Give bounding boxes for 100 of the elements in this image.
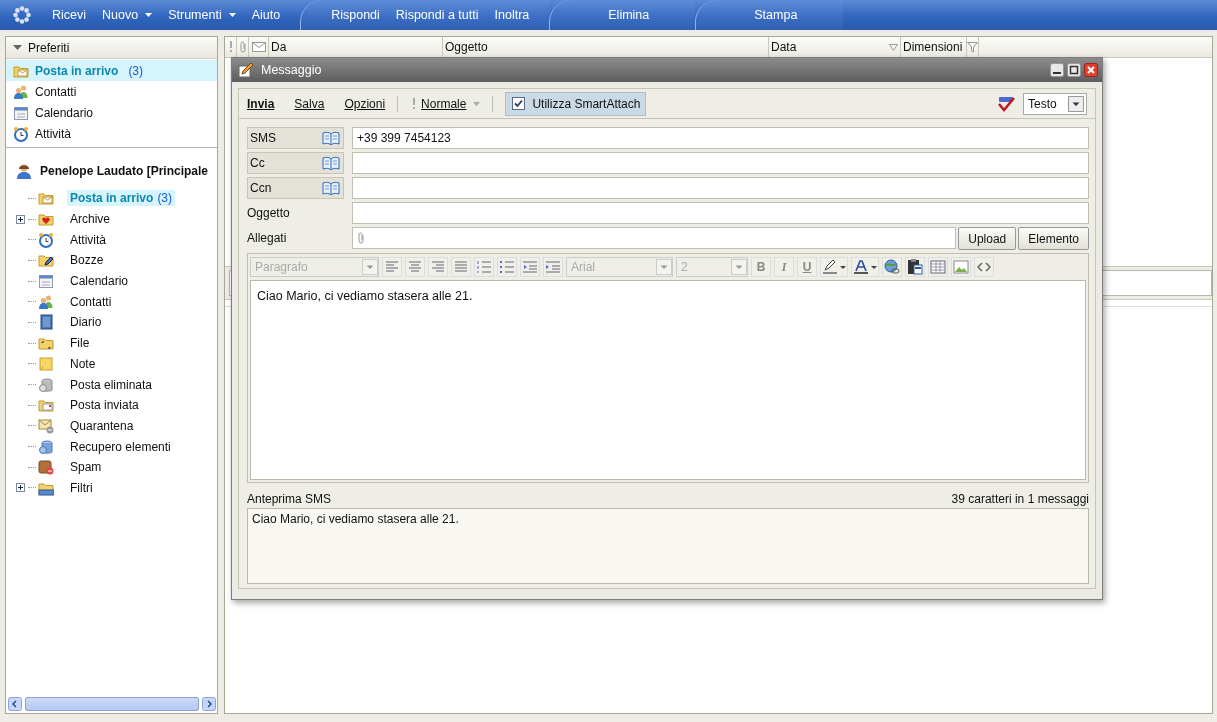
recycle-icon: [38, 438, 54, 455]
folder-item[interactable]: Note: [67, 355, 99, 372]
address-book-button[interactable]: Cc: [247, 152, 344, 174]
highlighter-icon[interactable]: [820, 257, 848, 277]
calendar-icon: [38, 273, 54, 290]
paperclip-icon: [238, 41, 247, 53]
globe-link-icon[interactable]: [882, 257, 902, 277]
toolbar-button[interactable]: Rispondi a tutti: [387, 0, 487, 30]
scroll-thumb[interactable]: [25, 696, 199, 711]
text-field[interactable]: +39 399 7454123: [352, 127, 1089, 149]
toolbar-button[interactable]: Strumenti: [160, 0, 244, 30]
minimize-icon[interactable]: [1050, 63, 1064, 77]
account-name[interactable]: Penelope Laudato [Principale: [40, 163, 209, 178]
close-icon[interactable]: [1084, 63, 1098, 77]
caret-icon: [228, 13, 236, 17]
favorite-item[interactable]: Contatti: [6, 81, 217, 102]
alarm-clock-icon: [13, 125, 29, 142]
folder-icon: [38, 335, 54, 352]
favorite-item[interactable]: Attività: [6, 123, 217, 144]
favorite-item[interactable]: Posta in arrivo (3): [6, 60, 217, 81]
people-icon: [13, 83, 29, 100]
alarm-clock-icon: [38, 231, 54, 248]
note-icon: [38, 355, 54, 372]
priority-dropdown[interactable]: Normale: [412, 96, 481, 111]
folder-item[interactable]: Spam: [67, 459, 105, 476]
toolbar-link[interactable]: Opzioni: [344, 96, 386, 111]
spellcheck-icon[interactable]: [997, 95, 1015, 112]
format-dropdown[interactable]: Testo: [1023, 92, 1087, 115]
section-title: Preferiti: [28, 40, 70, 55]
checkbox[interactable]: [512, 97, 526, 110]
folder-item[interactable]: Quarantena: [67, 417, 137, 434]
paperclip-icon: [357, 232, 365, 244]
address-book-button[interactable]: Ccn: [247, 177, 344, 199]
item-button[interactable]: Elemento: [1018, 227, 1089, 250]
attachment-field[interactable]: [352, 227, 957, 249]
folder-item[interactable]: Calendario: [67, 273, 132, 290]
folder-item[interactable]: Contatti: [67, 293, 115, 310]
folder-item[interactable]: File: [67, 335, 93, 352]
open-book-icon: [322, 131, 340, 145]
character-counter: 39 caratteri in 1 messaggi: [951, 492, 1089, 506]
toolbar-button[interactable]: Stampa: [746, 0, 806, 30]
horizontal-scrollbar[interactable]: [6, 696, 217, 713]
text-field[interactable]: [352, 202, 1089, 224]
folder-item[interactable]: Filtri: [67, 479, 96, 496]
field-label: Oggetto: [247, 205, 291, 222]
exclamation-icon: [228, 41, 233, 53]
folder-item[interactable]: Recupero elementi: [67, 438, 174, 455]
heart-folder-icon: [38, 211, 54, 228]
indent-icon[interactable]: [543, 257, 563, 277]
toolbar-button[interactable]: Aiuto: [243, 0, 289, 30]
toolbar-button[interactable]: Elimina: [600, 0, 658, 30]
toolbar-button[interactable]: Inoltra: [486, 0, 538, 30]
folder-item[interactable]: Archive: [67, 211, 113, 228]
sent-folder-icon: [38, 397, 54, 414]
align-right-icon[interactable]: [428, 257, 448, 277]
folder-item[interactable]: Posta eliminata: [67, 376, 156, 393]
open-book-icon: [322, 181, 340, 195]
image-icon[interactable]: [951, 257, 971, 277]
toolbar-button[interactable]: Nuovo: [94, 0, 161, 30]
folder-item[interactable]: Posta inviata: [67, 397, 142, 414]
section-header[interactable]: Preferiti: [6, 37, 217, 59]
toolbar-button[interactable]: Rispondi: [323, 0, 388, 30]
envelope-folder-icon: [38, 190, 54, 207]
dialog-title: Messaggio: [261, 63, 322, 77]
filter-icon: [967, 41, 978, 53]
folder-item[interactable]: Posta in arrivo (3): [67, 190, 176, 207]
favorite-item[interactable]: Calendario: [6, 102, 217, 123]
people-icon: [38, 293, 54, 310]
preview-label: Anteprima SMS: [247, 492, 332, 506]
text-field[interactable]: [352, 177, 1089, 199]
font-color-icon[interactable]: [851, 257, 879, 277]
user-icon: [16, 162, 32, 179]
scroll-left-icon[interactable]: [8, 696, 22, 711]
calendar-icon: [13, 104, 29, 121]
code-icon[interactable]: [974, 257, 994, 277]
text-field[interactable]: [352, 152, 1089, 174]
scroll-right-icon[interactable]: [202, 696, 216, 711]
numbered-list-icon[interactable]: [474, 257, 494, 277]
quarantine-icon: [38, 417, 54, 434]
maximize-icon[interactable]: [1067, 63, 1081, 77]
smartattach-toggle[interactable]: Utilizza SmartAttach: [505, 91, 647, 116]
open-book-icon: [322, 156, 340, 170]
field-label: Allegati: [247, 230, 288, 247]
exclamation-icon: [412, 97, 417, 110]
folder-item[interactable]: Attività: [67, 231, 109, 248]
folder-item[interactable]: Diario: [67, 314, 105, 331]
justify-icon[interactable]: [451, 257, 471, 277]
folder-item[interactable]: Bozze: [67, 252, 107, 269]
toolbar-link[interactable]: Salva: [294, 96, 325, 111]
upload-button[interactable]: Upload: [958, 227, 1017, 250]
paste-document-icon[interactable]: [905, 257, 925, 277]
toolbar-button[interactable]: Ricevi: [44, 0, 95, 30]
sms-preview-box: Ciao Mario, ci vediamo stasera alle 21.: [247, 508, 1089, 584]
toolbar-link[interactable]: Invia: [247, 96, 275, 111]
bulleted-list-icon[interactable]: [497, 257, 517, 277]
align-left-icon[interactable]: [382, 257, 402, 277]
address-book-button[interactable]: SMS: [247, 127, 344, 149]
outdent-icon[interactable]: [520, 257, 540, 277]
dotted-ring-icon[interactable]: [12, 5, 32, 25]
align-center-icon[interactable]: [405, 257, 425, 277]
